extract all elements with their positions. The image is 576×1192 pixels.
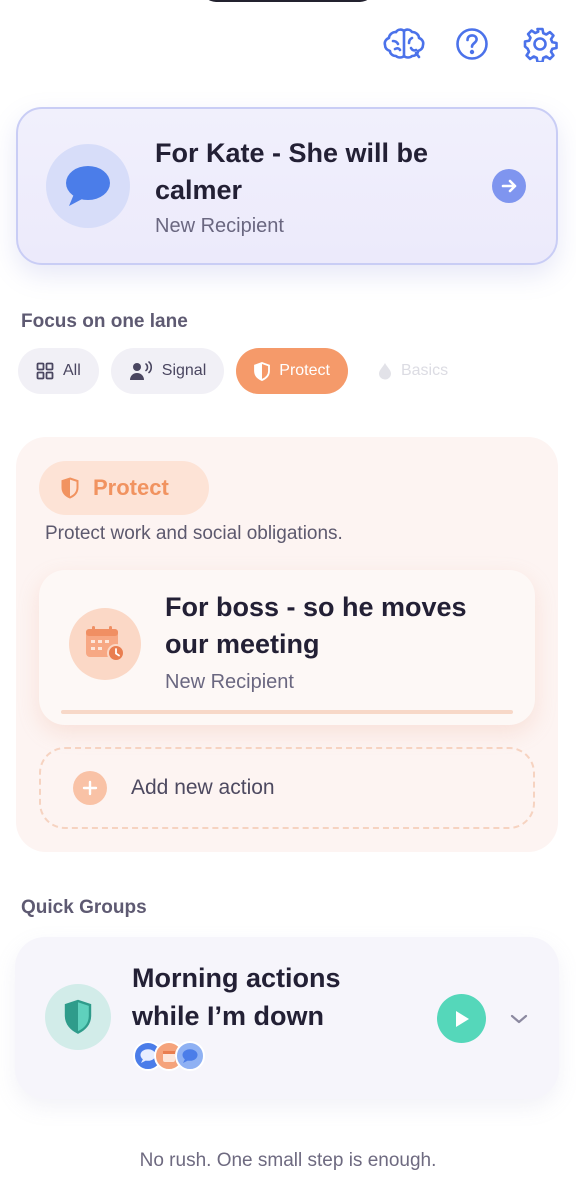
- chevron-down-icon[interactable]: [505, 1005, 533, 1033]
- brain-icon[interactable]: [382, 25, 426, 63]
- drop-icon: [378, 363, 391, 380]
- recipient-subtitle: New Recipient: [155, 214, 284, 237]
- recipient-avatar: [46, 144, 130, 228]
- lane-filter-chips: All Signal Protect Basics: [18, 348, 466, 394]
- gear-icon[interactable]: [518, 25, 562, 63]
- chat-bubble-icon: [66, 166, 110, 206]
- focus-label: Focus on one lane: [21, 311, 188, 332]
- group-icon: [45, 984, 111, 1050]
- action-card[interactable]: For boss - so he moves our meeting New R…: [39, 570, 535, 725]
- chip-all-label: All: [63, 362, 81, 379]
- play-icon: [455, 1010, 469, 1027]
- chip-basics-label: Basics: [400, 362, 449, 379]
- chip-signal[interactable]: Signal: [110, 348, 225, 394]
- quick-group-card[interactable]: Morning actions while I’m down: [15, 937, 559, 1099]
- chip-protect[interactable]: Protect: [236, 348, 348, 394]
- action-progress-track: [61, 710, 513, 714]
- action-icon: [69, 608, 141, 680]
- protect-lane-panel: Protect Protect work and social obligati…: [16, 437, 558, 852]
- action-subtitle: New Recipient: [165, 671, 294, 693]
- action-title: For boss - so he moves our meeting: [165, 592, 467, 659]
- help-icon[interactable]: [450, 25, 494, 63]
- speaker-icon: [129, 361, 152, 380]
- footer-note: No rush. One small step is enough.: [139, 1150, 437, 1171]
- chip-protect-label: Protect: [279, 362, 330, 379]
- grid-icon: [36, 362, 54, 380]
- recipient-card[interactable]: For Kate - She will be calmer New Recipi…: [16, 107, 558, 265]
- chip-basics[interactable]: Basics: [360, 348, 466, 394]
- play-button[interactable]: [437, 994, 486, 1043]
- chip-all[interactable]: All: [18, 348, 99, 394]
- arrow-right-icon[interactable]: [492, 169, 526, 203]
- shield-icon: [64, 999, 92, 1034]
- lane-badge: Protect: [39, 461, 209, 515]
- calendar-clock-icon: [86, 626, 125, 662]
- recipient-title: For Kate - She will be calmer: [155, 137, 429, 205]
- quick-group-title: Morning actions while I’m down: [132, 963, 341, 1031]
- device-notch: [202, 0, 374, 2]
- lane-description: Protect work and social obligations.: [45, 523, 343, 544]
- shield-icon: [254, 361, 271, 381]
- add-action-button[interactable]: Add new action: [39, 747, 535, 829]
- add-action-label: Add new action: [131, 776, 275, 799]
- top-toolbar: [382, 25, 562, 63]
- lane-badge-label: Protect: [93, 475, 169, 500]
- shield-icon: [61, 477, 79, 499]
- chat-bubble-icon: [175, 1041, 205, 1071]
- group-member-icons: [133, 1041, 205, 1071]
- plus-icon: [73, 771, 107, 805]
- chip-signal-label: Signal: [161, 362, 207, 379]
- quick-groups-label: Quick Groups: [21, 897, 147, 918]
